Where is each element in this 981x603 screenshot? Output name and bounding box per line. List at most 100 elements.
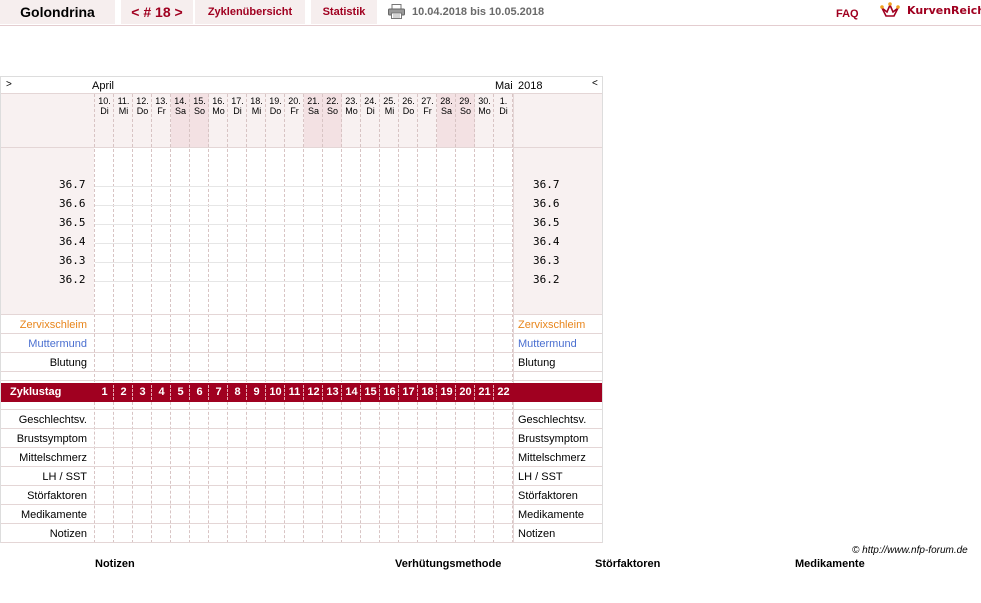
nav-forward-arrow[interactable]: >: [6, 79, 12, 90]
day-number: 11.: [117, 96, 130, 106]
row-divider: [1, 352, 602, 353]
cycle-overview-link[interactable]: Zyklenübersicht: [195, 0, 305, 24]
printer-icon[interactable]: [388, 4, 405, 19]
column-divider: [455, 402, 456, 543]
temperature-label-right: 36.5: [533, 216, 560, 229]
day-header-cell[interactable]: 16. Mo: [209, 96, 228, 116]
row-divider: [1, 314, 602, 315]
day-header-cell[interactable]: 17. Di: [228, 96, 247, 116]
username: Golondrina: [0, 0, 115, 24]
cycle-day-separator: [417, 385, 418, 400]
day-header-cell[interactable]: 15. So: [190, 96, 209, 116]
weekday-name: So: [326, 106, 338, 116]
temperature-label-left: 36.3: [59, 254, 86, 267]
month-start: April: [92, 80, 115, 92]
day-header-cell[interactable]: 30. Mo: [475, 96, 494, 116]
crown-logo-icon[interactable]: [880, 2, 900, 20]
cycle-day-separator: [360, 385, 361, 400]
day-header-cell[interactable]: 23. Mo: [342, 96, 361, 116]
day-header-cell[interactable]: 27. Fr: [418, 96, 437, 116]
day-number: 10.: [98, 96, 111, 106]
column-divider: [303, 94, 304, 382]
row-divider: [1, 523, 602, 524]
statistics-link[interactable]: Statistik: [311, 0, 377, 24]
column-divider: [284, 402, 285, 543]
column-divider: [379, 94, 380, 382]
zervixschleim-label-left: Zervixschleim: [19, 319, 87, 331]
cycle-day-separator: [341, 385, 342, 400]
weekday-name: Mi: [384, 106, 395, 116]
cycle-day-number: 7: [215, 386, 222, 398]
muttermund-label-right: Muttermund: [518, 338, 577, 350]
day-header-cell[interactable]: 10. Di: [95, 96, 114, 116]
day-header-cell[interactable]: 18. Mi: [247, 96, 266, 116]
nav-back-arrow[interactable]: <: [592, 78, 598, 89]
cycle-day-number: 21: [478, 386, 491, 398]
cycle-day-number: 17: [402, 386, 415, 398]
day-header-cell[interactable]: 22. So: [323, 96, 342, 116]
cycle-chart: > April Mai 2018 < 10. Di 11. Mi 12. Do 13. Fr 1…: [0, 76, 603, 543]
cycle-day-separator: [189, 385, 190, 400]
zervixschleim-label-right: Zervixschleim: [518, 319, 586, 331]
cycle-day-separator: [455, 385, 456, 400]
cycle-day-number: 11: [288, 386, 301, 398]
weekday-name: Mi: [251, 106, 262, 116]
column-divider: [132, 402, 133, 543]
weekday-name: Fr: [423, 106, 432, 116]
weekday-name: Fr: [157, 106, 166, 116]
day-header-cell[interactable]: 11. Mi: [114, 96, 133, 116]
cycle-day-number: 19: [440, 386, 453, 398]
day-number: 19.: [269, 96, 282, 106]
blutung-label-right: Blutung: [518, 357, 556, 369]
weekday-name: Sa: [307, 106, 319, 116]
symptom-label-left: Geschlechtsv.: [18, 414, 87, 426]
day-header-cell[interactable]: 26. Do: [399, 96, 418, 116]
day-header-cell[interactable]: 19. Do: [266, 96, 285, 116]
column-divider: [493, 402, 494, 543]
cycle-day-number: 9: [253, 386, 260, 398]
cycle-day-number: 15: [364, 386, 377, 398]
cycle-day-separator: [474, 385, 475, 400]
weekday-name: So: [459, 106, 471, 116]
day-number: 29.: [459, 96, 472, 106]
zyklustag-bar: Zyklustag 1 2 3 4 5 6 7 8 9 10 11 12 13 14 15 16 17 18 19 2…: [1, 383, 602, 402]
day-header-cell[interactable]: 13. Fr: [152, 96, 171, 116]
blutung-label-left: Blutung: [49, 357, 87, 369]
day-number: 18.: [250, 96, 263, 106]
day-header-cell[interactable]: 24. Di: [361, 96, 380, 116]
day-number: 28.: [440, 96, 453, 106]
day-number: 1.: [499, 96, 508, 106]
day-number: 21.: [307, 96, 320, 106]
day-header-cell[interactable]: 14. Sa: [171, 96, 190, 116]
weekday-name: Do: [269, 106, 282, 116]
cycle-day-separator: [322, 385, 323, 400]
weekday-name: Sa: [174, 106, 186, 116]
day-number: 22.: [326, 96, 339, 106]
day-header-cell[interactable]: 12. Do: [133, 96, 152, 116]
weekday-name: Mi: [118, 106, 129, 116]
column-divider: [246, 94, 247, 382]
column-divider: [189, 94, 190, 382]
day-header-cell[interactable]: 21. Sa: [304, 96, 323, 116]
day-header-cell[interactable]: 20. Fr: [285, 96, 304, 116]
cycle-number-nav[interactable]: < # 18 >: [121, 0, 193, 24]
row-divider: [1, 447, 602, 448]
weekday-name: Do: [402, 106, 415, 116]
day-header-cell[interactable]: 29. So: [456, 96, 475, 116]
column-divider: [265, 94, 266, 382]
footer-medikamente: Medikamente: [795, 558, 865, 570]
day-header-cell[interactable]: 25. Mi: [380, 96, 399, 116]
temperature-gridline: [95, 224, 513, 225]
day-header-cell[interactable]: 1. Di: [494, 96, 513, 116]
footer-verhuetungsmethode: Verhütungsmethode: [395, 558, 502, 570]
weekday-name: Sa: [440, 106, 452, 116]
cycle-day-separator: [227, 385, 228, 400]
weekday-name: Fr: [290, 106, 299, 116]
day-header-cell[interactable]: 28. Sa: [437, 96, 456, 116]
column-divider: [322, 94, 323, 382]
faq-link[interactable]: FAQ: [836, 8, 859, 20]
brand-name[interactable]: KurvenReich: [907, 4, 981, 17]
cycle-day-number: 5: [177, 386, 184, 398]
day-number: 26.: [402, 96, 415, 106]
day-number: 24.: [364, 96, 377, 106]
